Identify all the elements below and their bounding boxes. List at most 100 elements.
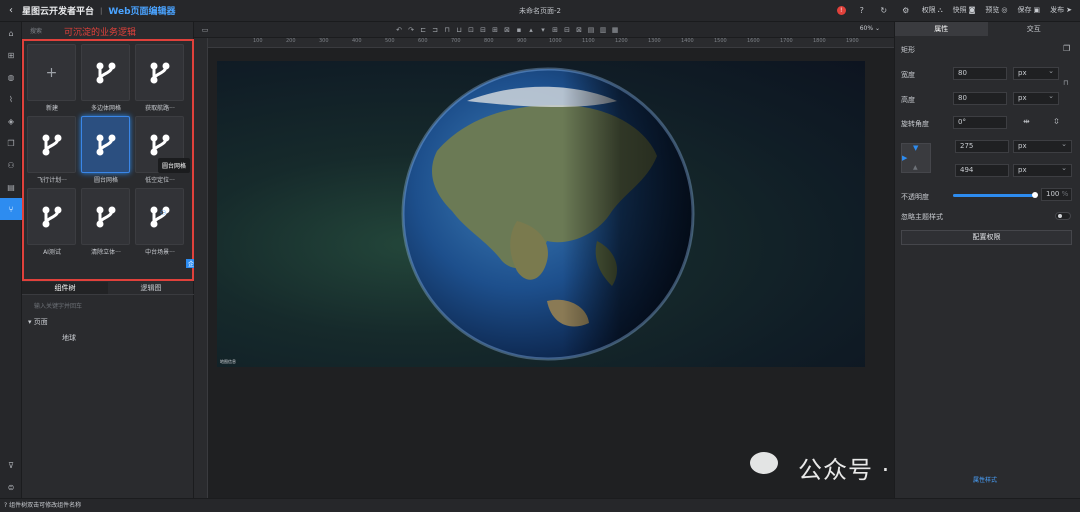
- tile-label: 清除立体···: [91, 249, 121, 256]
- layers-icon[interactable]: ◈: [0, 110, 22, 132]
- camera-icon: ◙: [968, 6, 976, 14]
- tab-properties[interactable]: 属性: [895, 22, 988, 36]
- branch-icon: [42, 206, 61, 227]
- config-permission-button[interactable]: 配置权限: [901, 230, 1072, 245]
- ruler-tick: 1200: [615, 38, 628, 44]
- search-label[interactable]: 搜索: [30, 26, 42, 35]
- layout-icon[interactable]: ▤: [586, 25, 596, 35]
- tree-node-earth[interactable]: 地球: [62, 333, 76, 343]
- editor-title: Web页面编辑器: [108, 7, 176, 17]
- group-icon[interactable]: ⊞: [490, 25, 500, 35]
- component-icon[interactable]: ⊞: [0, 44, 22, 66]
- home-icon[interactable]: ⌂: [0, 22, 22, 44]
- zoom-value: 60%: [859, 25, 874, 32]
- asset-icon[interactable]: ▤: [0, 176, 22, 198]
- send-icon: ➤: [1066, 6, 1072, 14]
- align-bottom-icon[interactable]: ⊡: [466, 25, 476, 35]
- flip-horizontal-icon[interactable]: ⇹: [1023, 117, 1030, 126]
- rotation-input[interactable]: 0°: [953, 116, 1007, 129]
- opacity-slider-knob[interactable]: [1032, 192, 1038, 198]
- opacity-slider[interactable]: [953, 192, 1038, 198]
- align-middle-icon[interactable]: ⊔: [454, 25, 464, 35]
- opacity-slider-fill: [953, 194, 1035, 197]
- tile-logic[interactable]: [27, 188, 76, 245]
- lock-icon[interactable]: ⊓: [1063, 79, 1068, 87]
- copy-icon[interactable]: ❐: [0, 132, 22, 154]
- property-tabs: 属性 交互: [895, 22, 1080, 36]
- undo-icon[interactable]: ↶: [394, 25, 404, 35]
- align-top-icon[interactable]: ⊓: [442, 25, 452, 35]
- tab-component-tree[interactable]: 组件树: [22, 282, 108, 294]
- tile-label: 多边体网格: [90, 105, 121, 112]
- width-input[interactable]: 80: [953, 67, 1007, 80]
- redo-icon[interactable]: ↷: [406, 25, 416, 35]
- distribute-icon[interactable]: ⊟: [478, 25, 488, 35]
- page-stage[interactable]: 地图信息: [217, 61, 865, 367]
- tile-logic[interactable]: [81, 44, 130, 101]
- tile-logic[interactable]: [27, 116, 76, 173]
- plus-icon: +: [45, 64, 58, 81]
- y-unit-select[interactable]: px: [1013, 163, 1072, 177]
- tile-logic[interactable]: [135, 44, 184, 101]
- title-separator: |: [100, 6, 103, 15]
- property-style-link[interactable]: 属性样式: [973, 475, 997, 484]
- ignore-theme-label: 忽略主题样式: [901, 213, 943, 221]
- snap-icon[interactable]: ⊟: [562, 25, 572, 35]
- settings-icon[interactable]: ⚙: [900, 4, 912, 16]
- preview-button[interactable]: 预览 ◎: [985, 5, 1007, 15]
- database-icon[interactable]: ⊜: [0, 476, 22, 498]
- ungroup-icon[interactable]: ⊠: [502, 25, 512, 35]
- permission-button[interactable]: 权限 ⛬: [922, 5, 943, 15]
- publish-button[interactable]: 发布 ➤: [1050, 5, 1072, 15]
- tab-interaction[interactable]: 交互: [987, 22, 1080, 36]
- platform-title: 星图云开发者平台: [22, 7, 95, 17]
- alert-icon[interactable]: !: [836, 5, 846, 15]
- tile-new[interactable]: +: [27, 44, 76, 101]
- ruler-tick: 1500: [714, 38, 727, 44]
- save-icon: ▣: [1033, 6, 1041, 14]
- x-input[interactable]: 275: [955, 140, 1009, 153]
- height-unit-select[interactable]: px: [1013, 91, 1059, 105]
- height-input[interactable]: 80: [953, 92, 1007, 105]
- layer-down-icon[interactable]: ▾: [538, 25, 548, 35]
- opacity-input[interactable]: 100 %: [1041, 188, 1072, 201]
- tree-node-page[interactable]: ▾ 页面: [28, 317, 48, 327]
- tab-logic-graph[interactable]: 逻辑图: [108, 282, 194, 294]
- grid-icon[interactable]: ⊞: [550, 25, 560, 35]
- chart-bar-icon[interactable]: ▥: [598, 25, 608, 35]
- ignore-theme-toggle[interactable]: [1055, 212, 1071, 220]
- snapshot-button[interactable]: 快照 ◙: [953, 5, 976, 15]
- filter-icon[interactable]: ⊽: [0, 454, 22, 476]
- refresh-icon[interactable]: ↻: [878, 4, 890, 16]
- layer-up-icon[interactable]: ▴: [526, 25, 536, 35]
- user-icon[interactable]: ⚇: [0, 154, 22, 176]
- width-unit-select[interactable]: px: [1013, 66, 1059, 80]
- chart-icon[interactable]: ⌇: [0, 88, 22, 110]
- anchor-bottom-icon[interactable]: ▲: [913, 164, 918, 171]
- ruler-tick: 1800: [813, 38, 826, 44]
- align-left-icon[interactable]: ⊏: [418, 25, 428, 35]
- tile-logic-selected[interactable]: [81, 116, 130, 173]
- help-icon[interactable]: ?: [856, 4, 868, 16]
- flip-vertical-icon[interactable]: ⇳: [1053, 117, 1060, 126]
- tile-tooltip: 圆台网格: [158, 158, 191, 173]
- y-input[interactable]: 494: [955, 164, 1009, 177]
- globe-icon[interactable]: ◍: [0, 66, 22, 88]
- back-icon[interactable]: ‹: [0, 5, 22, 16]
- earth-globe[interactable]: [217, 61, 865, 367]
- anchor-picker[interactable]: ▼ ▶ ▲: [901, 143, 931, 173]
- logic-icon[interactable]: ⑂: [0, 198, 22, 220]
- anchor-top-icon[interactable]: ▼: [913, 144, 918, 152]
- tile-logic[interactable]: [81, 188, 130, 245]
- zoom-select[interactable]: 60% ⌄: [860, 25, 880, 32]
- align-center-icon[interactable]: ⊐: [430, 25, 440, 35]
- anchor-left-icon[interactable]: ▶: [902, 154, 907, 162]
- table-icon[interactable]: ▦: [610, 25, 620, 35]
- tree-search-input[interactable]: 输入关键字并回车: [34, 301, 82, 310]
- screen-icon[interactable]: ▭: [200, 25, 210, 35]
- save-button[interactable]: 保存 ▣: [1018, 5, 1041, 15]
- lock-icon[interactable]: ▪: [514, 25, 524, 35]
- x-unit-select[interactable]: px: [1013, 139, 1072, 153]
- ruler-icon[interactable]: ⊠: [574, 25, 584, 35]
- copy-icon[interactable]: ❐: [1063, 44, 1070, 53]
